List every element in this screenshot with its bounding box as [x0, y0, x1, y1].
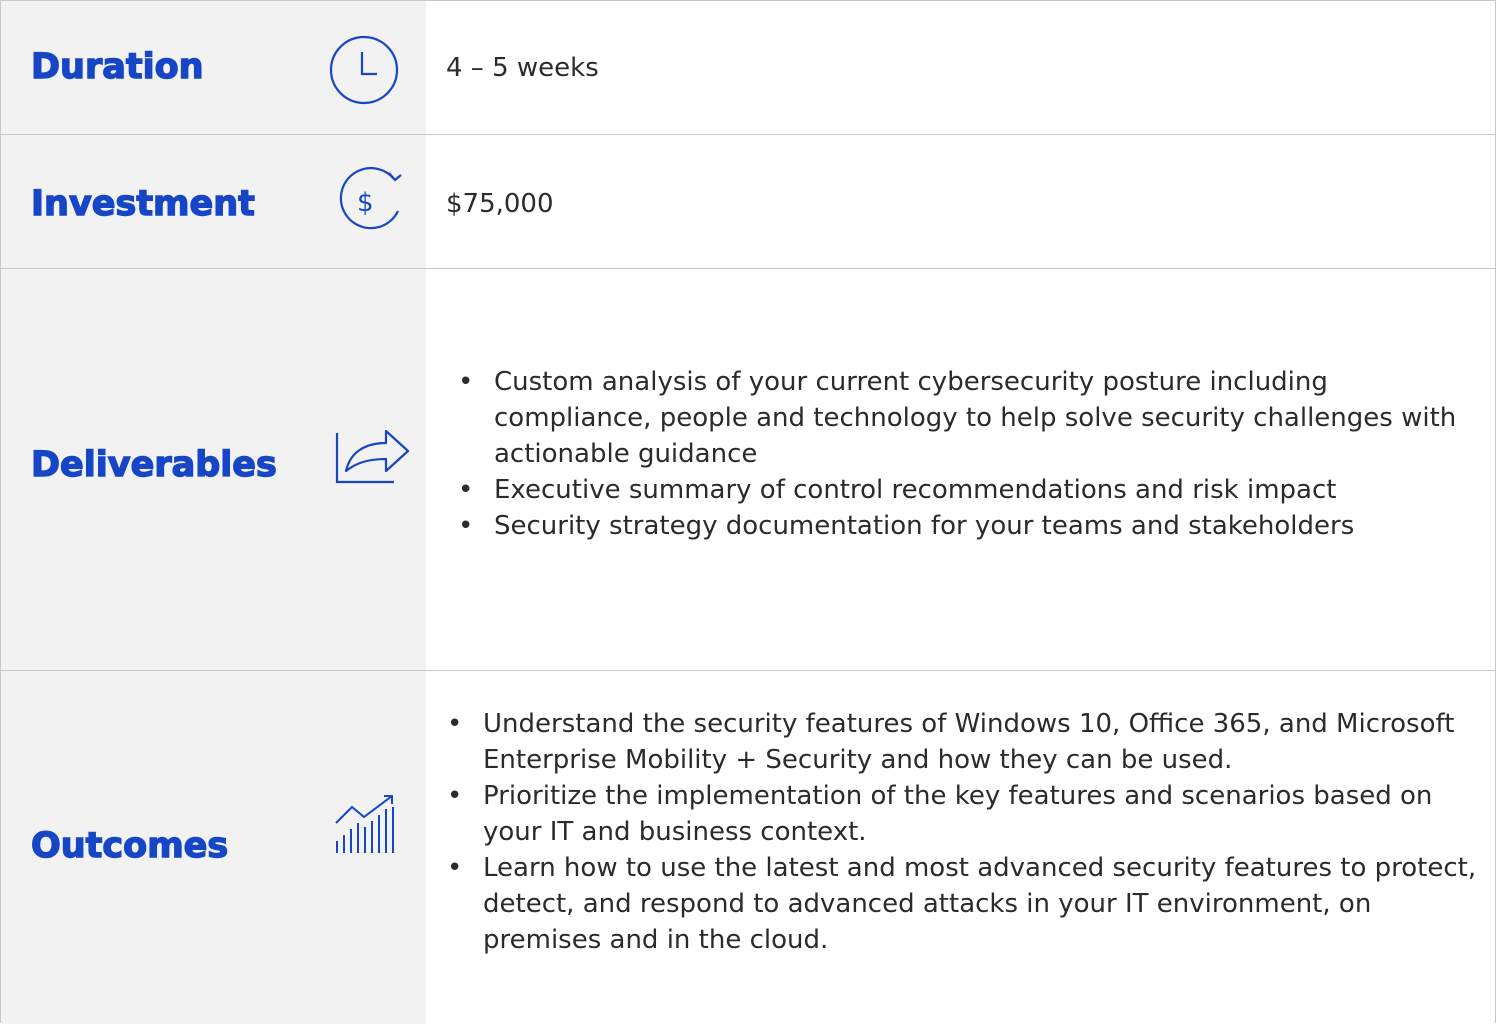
growth-chart-icon — [334, 793, 400, 859]
list-item: • Learn how to use the latest and most ad… — [447, 850, 1483, 958]
list-item: • Custom analysis of your current cyberse… — [458, 364, 1484, 472]
outcomes-label: Outcomes — [30, 825, 229, 866]
list-item: • Executive summary of control recommenda… — [458, 472, 1484, 508]
clock-icon — [329, 35, 399, 109]
dollar-refresh-icon: $ — [334, 167, 406, 239]
duration-value: 4 – 5 weeks — [446, 53, 599, 83]
share-arrow-icon — [334, 419, 412, 489]
duration-row: Duration 4 – 5 weeks — [1, 1, 1495, 135]
deliverables-label: Deliverables — [30, 444, 277, 485]
list-item: • Security strategy documentation for you… — [458, 508, 1484, 544]
duration-value-cell: 4 – 5 weeks — [426, 1, 1495, 134]
investment-value: $75,000 — [446, 189, 554, 219]
deliverables-label-cell: Deliverables — [1, 269, 426, 670]
duration-label: Duration — [30, 46, 204, 87]
outcomes-row: Outcomes • Understand the security featu… — [1, 671, 1495, 1024]
deliverables-row: Deliverables • Custom analysis of your cu… — [1, 269, 1495, 671]
bullet-glyph: • — [458, 511, 474, 541]
list-item: • Prioritize the implementation of the ke… — [447, 778, 1483, 850]
engagement-summary-table: Duration 4 – 5 weeks Investment $ $75,00… — [0, 0, 1496, 1024]
deliverables-list: • Custom analysis of your current cyberse… — [458, 364, 1484, 544]
svg-text:$: $ — [357, 188, 374, 218]
investment-label: Investment — [30, 183, 255, 224]
bullet-glyph: • — [458, 475, 474, 505]
investment-value-cell: $75,000 — [426, 135, 1495, 268]
investment-label-cell: Investment $ — [1, 135, 426, 268]
investment-row: Investment $ $75,000 — [1, 135, 1495, 269]
list-item: • Understand the security features of Win… — [447, 706, 1483, 778]
duration-label-cell: Duration — [1, 1, 426, 134]
outcomes-list: • Understand the security features of Win… — [447, 706, 1483, 958]
bullet-glyph: • — [458, 367, 474, 397]
bullet-glyph: • — [447, 853, 463, 883]
outcomes-label-cell: Outcomes — [1, 671, 426, 1024]
bullet-glyph: • — [447, 781, 463, 811]
bullet-glyph: • — [447, 709, 463, 739]
